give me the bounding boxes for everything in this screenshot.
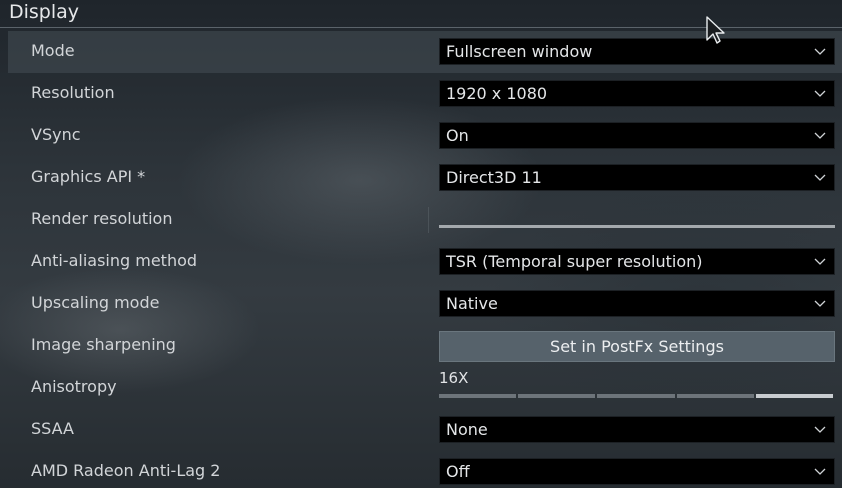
vsync-dropdown[interactable]: On [439, 122, 835, 149]
setting-row-anti-aliasing: Anti-aliasing method TSR (Temporal super… [8, 241, 842, 283]
anisotropy-step[interactable] [518, 394, 596, 398]
setting-row-ssaa: SSAA None [8, 409, 842, 451]
amd-anti-lag-dropdown[interactable]: Off [439, 458, 835, 485]
dropdown-value: On [446, 126, 469, 145]
setting-row-graphics-api: Graphics API * Direct3D 11 [8, 157, 842, 199]
setting-label: AMD Radeon Anti-Lag 2 [31, 461, 221, 480]
setting-row-anisotropy: Anisotropy 16X [8, 367, 842, 409]
chevron-down-icon [814, 48, 826, 55]
chevron-down-icon [814, 426, 826, 433]
resolution-dropdown[interactable]: 1920 x 1080 [439, 80, 835, 107]
anisotropy-slider[interactable] [439, 394, 834, 398]
render-resolution-slider[interactable] [439, 225, 835, 228]
mode-dropdown[interactable]: Fullscreen window [439, 38, 835, 65]
graphics-api-dropdown[interactable]: Direct3D 11 [439, 164, 835, 191]
dropdown-value: Fullscreen window [446, 42, 593, 61]
upscaling-mode-dropdown[interactable]: Native [439, 290, 835, 317]
anti-aliasing-dropdown[interactable]: TSR (Temporal super resolution) [439, 248, 835, 275]
postfx-settings-button[interactable]: Set in PostFx Settings [439, 331, 835, 362]
ssaa-dropdown[interactable]: None [439, 416, 835, 443]
setting-row-image-sharpening: Image sharpening Set in PostFx Settings [8, 325, 842, 367]
chevron-down-icon [814, 90, 826, 97]
chevron-down-icon [814, 132, 826, 139]
anisotropy-step[interactable] [597, 394, 675, 398]
setting-label: Image sharpening [31, 335, 176, 354]
setting-label: Graphics API * [31, 167, 146, 186]
anisotropy-step[interactable] [676, 394, 754, 398]
chevron-down-icon [814, 258, 826, 265]
row-divider [428, 207, 429, 233]
setting-row-vsync: VSync On [8, 115, 842, 157]
dropdown-value: Native [446, 294, 498, 313]
setting-label: Anisotropy [31, 377, 117, 396]
chevron-down-icon [814, 174, 826, 181]
setting-row-amd-anti-lag: AMD Radeon Anti-Lag 2 Off [8, 451, 842, 488]
setting-label: Resolution [31, 83, 115, 102]
section-title: Display [9, 1, 80, 23]
setting-row-resolution: Resolution 1920 x 1080 [8, 73, 842, 115]
chevron-down-icon [814, 468, 826, 475]
setting-label: Render resolution [31, 209, 173, 228]
dropdown-value: Direct3D 11 [446, 168, 542, 187]
dropdown-value: Off [446, 462, 470, 481]
setting-label: Mode [31, 41, 75, 60]
setting-label: Anti-aliasing method [31, 251, 198, 270]
anisotropy-value: 16X [439, 369, 469, 387]
chevron-down-icon [814, 300, 826, 307]
setting-label: VSync [31, 125, 81, 144]
mouse-pointer-icon [706, 16, 725, 44]
anisotropy-step[interactable] [439, 394, 517, 398]
setting-row-upscaling-mode: Upscaling mode Native [8, 283, 842, 325]
anisotropy-step[interactable] [755, 394, 834, 398]
settings-list: Mode Fullscreen window Resolution 1920 x… [8, 31, 842, 488]
dropdown-value: None [446, 420, 488, 439]
dropdown-value: 1920 x 1080 [446, 84, 548, 103]
setting-label: Upscaling mode [31, 293, 160, 312]
dropdown-value: TSR (Temporal super resolution) [446, 252, 703, 271]
setting-label: SSAA [31, 419, 74, 438]
setting-row-render-resolution: Render resolution [8, 199, 842, 241]
